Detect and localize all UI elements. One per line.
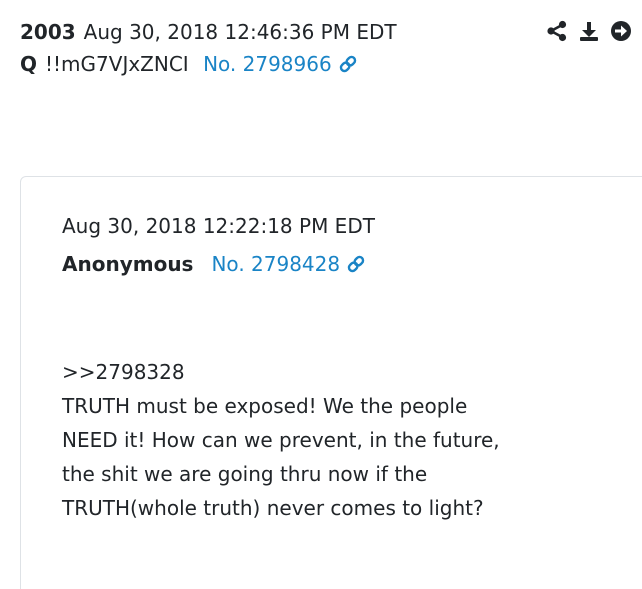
quoted-post-meta: Anonymous No. 2798428 xyxy=(62,248,622,280)
quoted-post-body: >>2798328 TRUTH must be exposed! We the … xyxy=(62,355,602,525)
quoted-post-line: TRUTH(whole truth) never comes to light? xyxy=(62,496,484,520)
post-page: 2003 Aug 30, 2018 12:46:36 PM EDT Q !!mG… xyxy=(0,0,642,589)
post-number-link[interactable]: No. 2798966 xyxy=(203,52,332,76)
share-icon[interactable] xyxy=(546,20,568,42)
quoted-post-line: NEED it! How can we prevent, in the futu… xyxy=(62,428,500,452)
post-header: 2003 Aug 30, 2018 12:46:36 PM EDT Q !!mG… xyxy=(20,16,632,80)
quoted-post-number-link[interactable]: No. 2798428 xyxy=(211,252,340,276)
quoted-post: Aug 30, 2018 12:22:18 PM EDT Anonymous No… xyxy=(20,176,642,589)
open-icon[interactable] xyxy=(610,20,632,42)
quoted-post-line: >>2798328 xyxy=(62,360,185,384)
post-number: 2003 xyxy=(20,20,76,44)
quoted-post-date: Aug 30, 2018 12:22:18 PM EDT xyxy=(62,214,375,238)
link-icon[interactable] xyxy=(338,51,358,83)
quoted-post-line: TRUTH must be exposed! We the people xyxy=(62,394,468,418)
post-actions xyxy=(546,20,632,42)
post-author-row: Q !!mG7VJxZNCI No. 2798966 xyxy=(20,48,632,80)
quoted-post-line: the shit we are going thru now if the xyxy=(62,462,428,486)
post-date: Aug 30, 2018 12:46:36 PM EDT xyxy=(83,20,397,44)
post-author: Q xyxy=(20,52,38,76)
post-meta-row: 2003 Aug 30, 2018 12:46:36 PM EDT xyxy=(20,16,632,48)
quoted-post-author: Anonymous xyxy=(62,252,194,276)
download-icon[interactable] xyxy=(578,20,600,42)
post-tripcode: !!mG7VJxZNCI xyxy=(45,52,189,76)
quoted-post-content: Aug 30, 2018 12:22:18 PM EDT Anonymous No… xyxy=(62,210,622,525)
link-icon[interactable] xyxy=(346,251,366,283)
